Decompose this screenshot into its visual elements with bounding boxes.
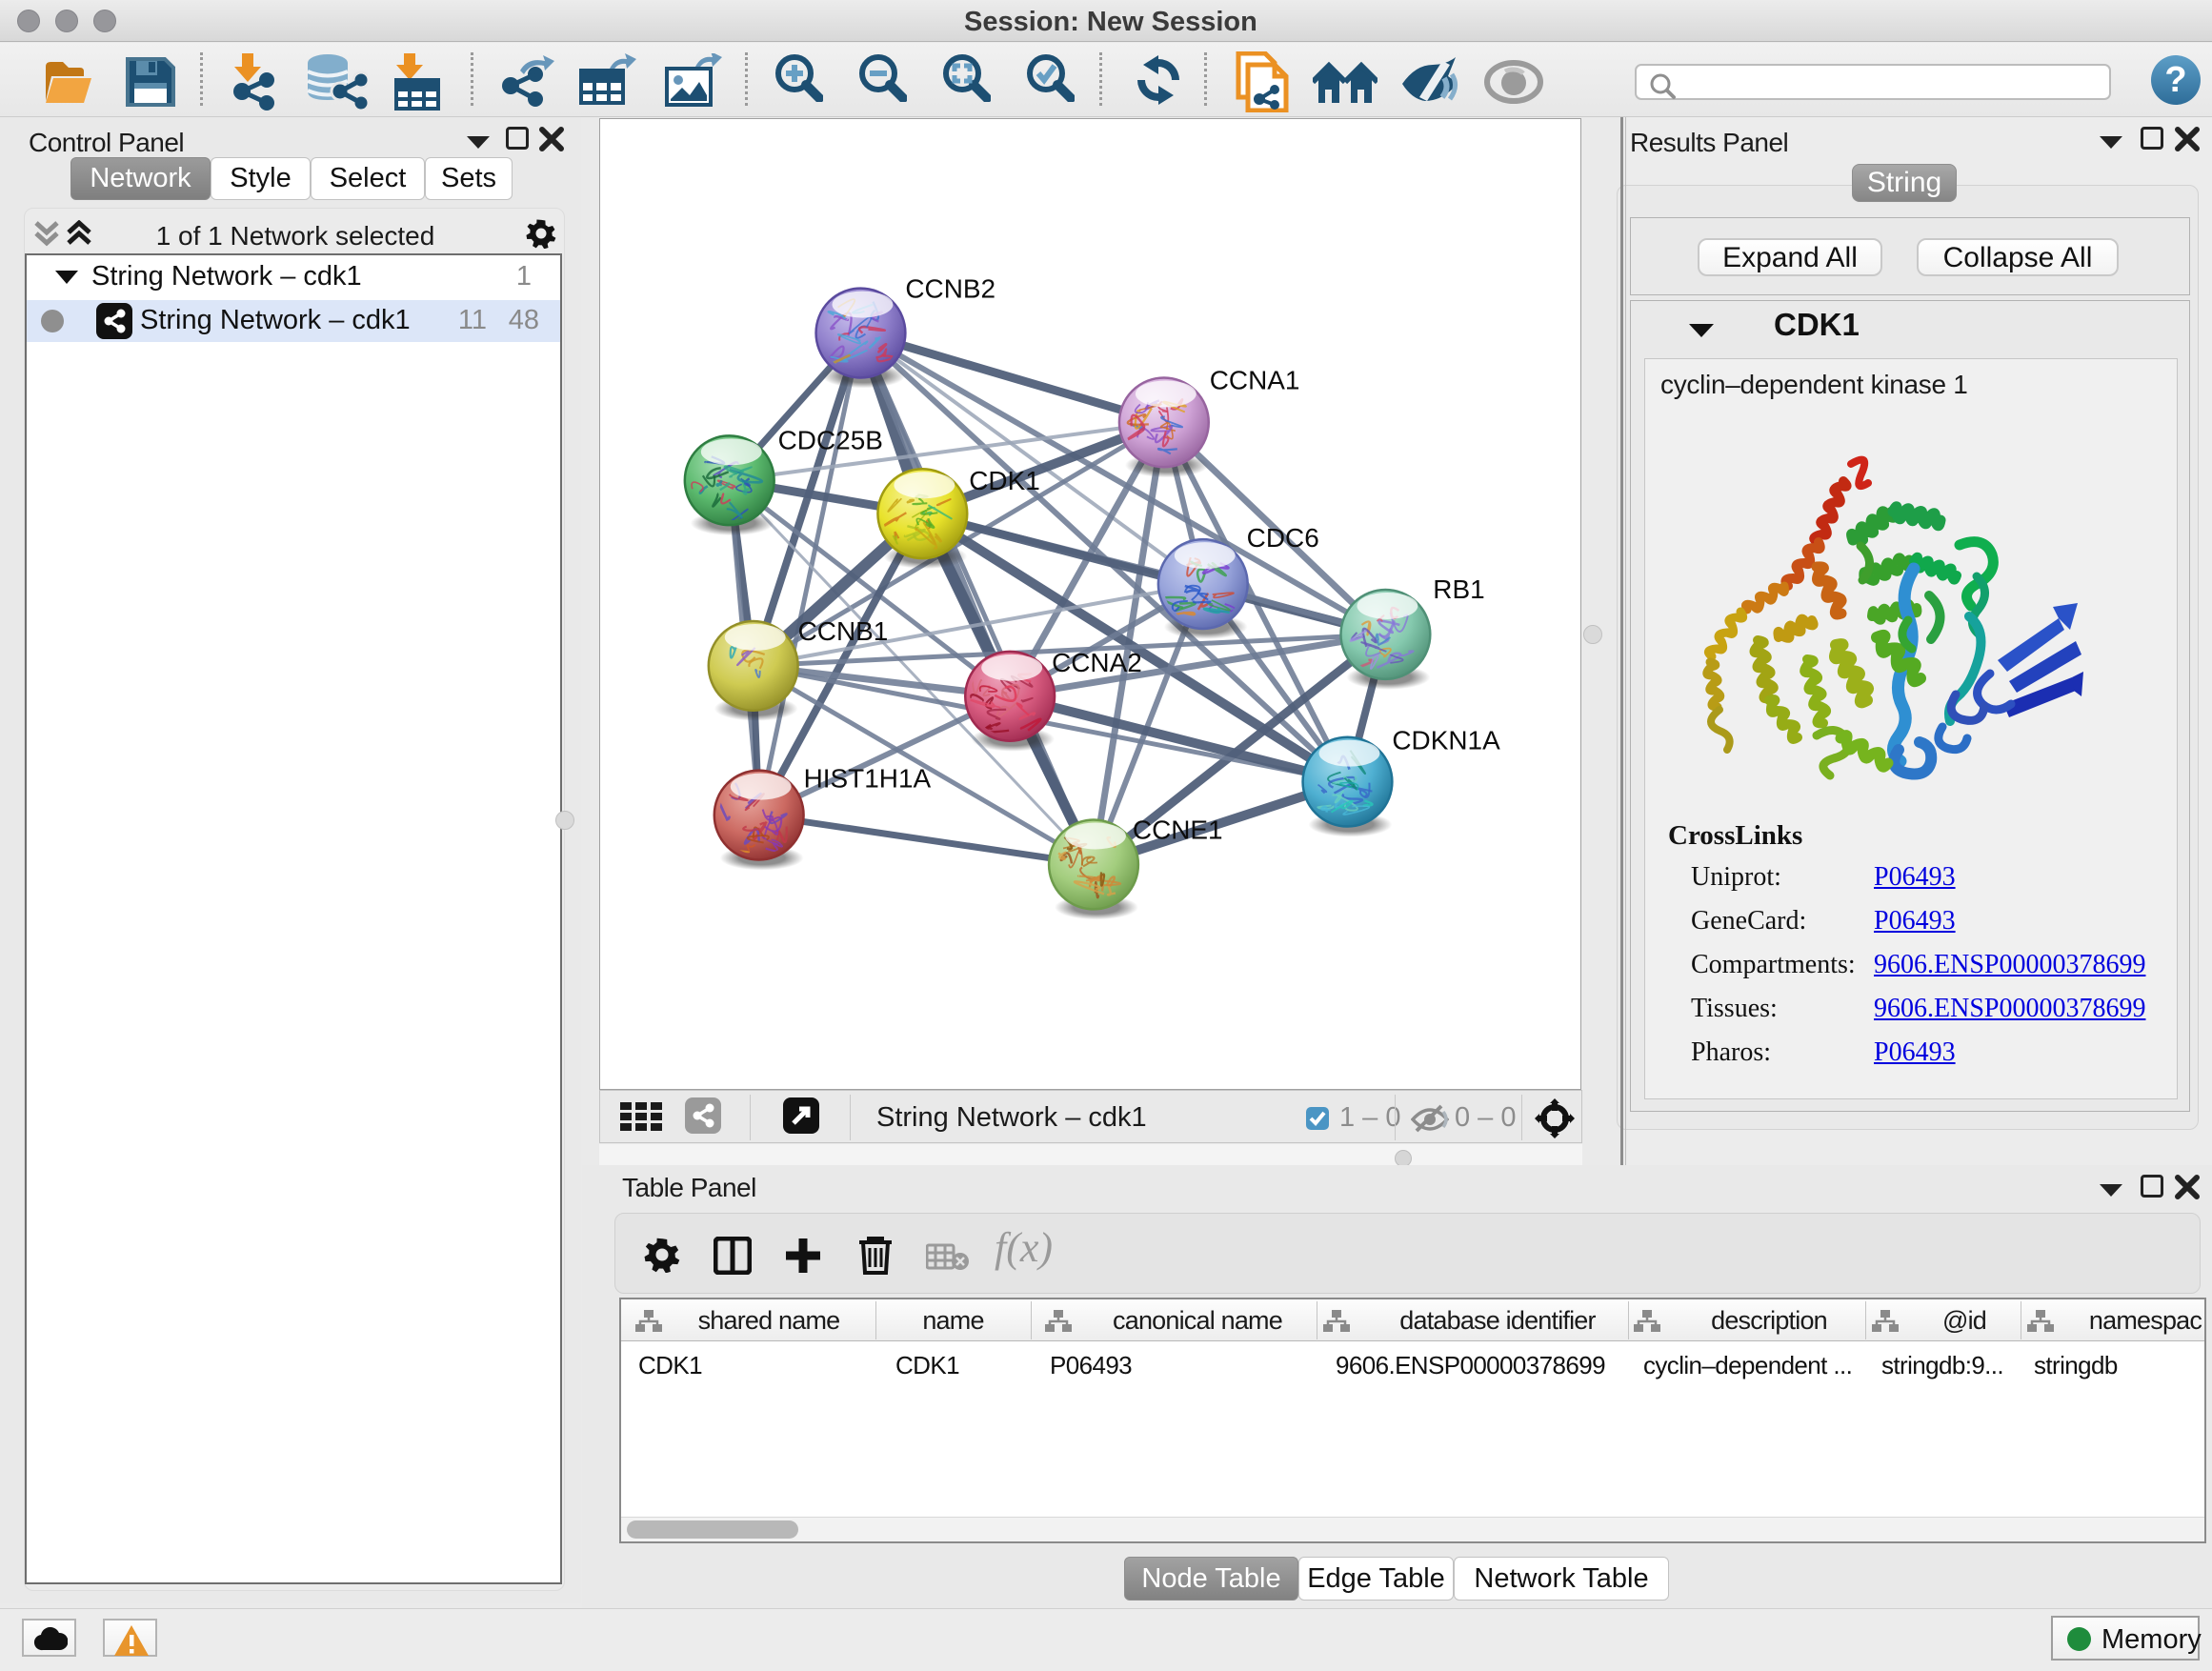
- svg-text:CDC25B: CDC25B: [778, 425, 883, 454]
- svg-text:RB1: RB1: [1433, 574, 1484, 604]
- svg-text:CDKN1A: CDKN1A: [1392, 726, 1500, 755]
- svg-text:CDC6: CDC6: [1247, 523, 1319, 553]
- svg-text:CCNB2: CCNB2: [905, 274, 995, 304]
- svg-text:CCNA2: CCNA2: [1052, 648, 1142, 677]
- svg-text:CDK1: CDK1: [969, 466, 1040, 495]
- svg-text:HIST1H1A: HIST1H1A: [804, 764, 932, 794]
- svg-text:CCNE1: CCNE1: [1133, 815, 1223, 845]
- svg-text:CCNB1: CCNB1: [798, 616, 889, 646]
- svg-text:CCNA1: CCNA1: [1210, 365, 1300, 394]
